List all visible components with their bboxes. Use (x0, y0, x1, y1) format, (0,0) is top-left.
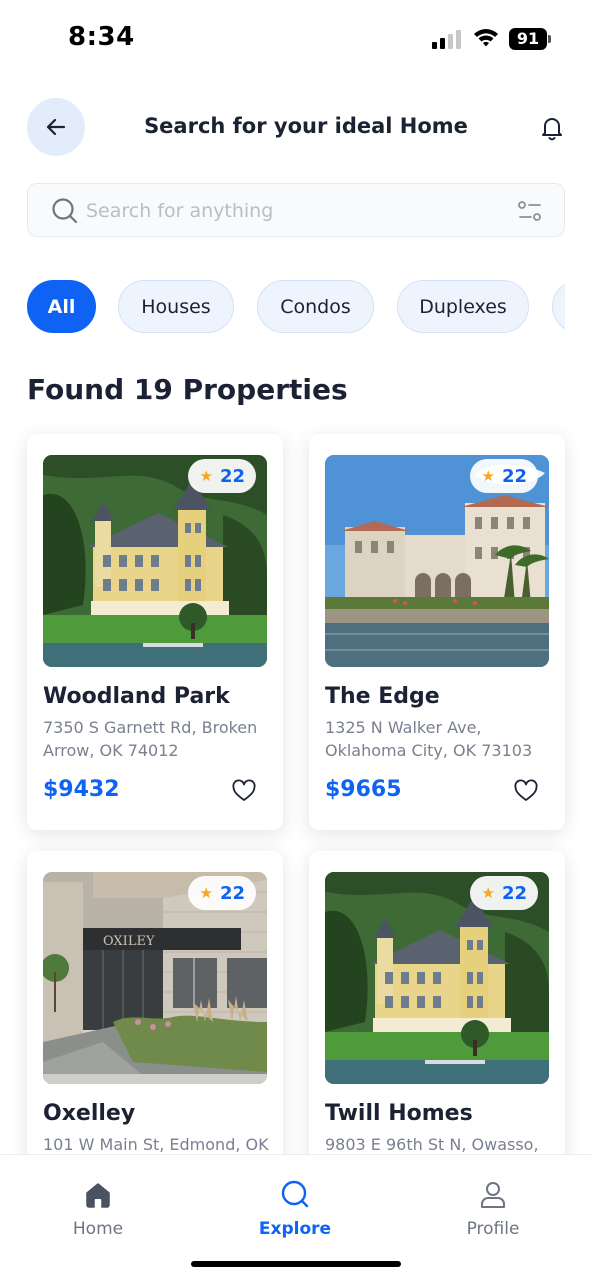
search-icon (52, 198, 78, 224)
status-bar: 8:34 91 (0, 0, 591, 80)
rating-badge: ★ 22 (470, 876, 538, 910)
search-input[interactable] (86, 192, 486, 230)
battery-tip (548, 35, 551, 43)
nav-explore-label: Explore (258, 1219, 332, 1239)
page-title: Search for your ideal Home (144, 114, 468, 138)
arrow-left-icon (46, 118, 66, 136)
battery-icon: 91 (509, 28, 551, 50)
property-address: 101 W Main St, Edmond, OK (43, 1135, 269, 1154)
user-icon (481, 1182, 505, 1208)
property-price: $9432 (43, 777, 120, 802)
property-photo: ★ 22 (43, 872, 267, 1084)
home-icon (86, 1183, 110, 1208)
nav-home[interactable]: Home (33, 1155, 163, 1255)
property-photo: ★ 22 (325, 872, 549, 1084)
chip-houses[interactable]: Houses (118, 280, 234, 333)
rating-badge: ★ 22 (470, 459, 538, 493)
star-icon: ★ (199, 884, 213, 902)
bell-icon[interactable] (537, 113, 567, 143)
property-card[interactable]: ★ 22 The Edge 1325 N Walker Ave, Oklahom… (309, 434, 565, 830)
back-button[interactable] (27, 98, 85, 156)
filter-icon[interactable] (516, 198, 544, 224)
chip-duplexes[interactable]: Duplexes (397, 280, 529, 333)
category-filters: All Houses Condos Duplexes (27, 280, 565, 334)
property-address: 7350 S Garnett Rd, Broken Arrow, OK 7401… (43, 718, 258, 760)
nav-explore[interactable]: Explore (230, 1155, 360, 1255)
results-title: Found 19 Properties (27, 373, 348, 406)
rating-badge: ★ 22 (188, 876, 256, 910)
heart-icon[interactable] (513, 778, 539, 804)
search-icon (281, 1180, 309, 1208)
home-indicator (191, 1261, 401, 1267)
property-address: 9803 E 96th St N, Owasso, (325, 1135, 539, 1154)
property-name: The Edge (325, 684, 440, 709)
property-name: Oxelley (43, 1101, 136, 1126)
property-address: 1325 N Walker Ave, Oklahoma City, OK 731… (325, 718, 533, 760)
star-icon: ★ (199, 467, 213, 485)
property-photo: ★ 22 (43, 455, 267, 667)
star-icon: ★ (481, 467, 495, 485)
battery-level: 91 (509, 28, 547, 50)
chip-all[interactable]: All (27, 280, 96, 333)
nav-home-label: Home (72, 1219, 124, 1239)
rating-badge: ★ 22 (188, 459, 256, 493)
rating-value: 22 (219, 465, 245, 487)
rating-value: 22 (501, 465, 527, 487)
property-photo: ★ 22 (325, 455, 549, 667)
property-name: Woodland Park (43, 684, 230, 709)
chip-condos[interactable]: Condos (257, 280, 374, 333)
status-time: 8:34 (68, 22, 135, 52)
property-name: Twill Homes (325, 1101, 473, 1126)
property-card[interactable]: ★ 22 Woodland Park 7350 S Garnett Rd, Br… (27, 434, 283, 830)
nav-profile[interactable]: Profile (428, 1155, 558, 1255)
star-icon: ★ (481, 884, 495, 902)
chip-more[interactable] (552, 280, 565, 333)
nav-profile-label: Profile (466, 1219, 520, 1239)
rating-value: 22 (219, 882, 245, 904)
signal-icon (432, 30, 461, 49)
search-bar (27, 183, 565, 237)
heart-icon[interactable] (231, 778, 257, 804)
property-price: $9665 (325, 777, 402, 802)
wifi-icon (474, 29, 498, 47)
header: Search for your ideal Home (0, 96, 591, 160)
rating-value: 22 (501, 882, 527, 904)
